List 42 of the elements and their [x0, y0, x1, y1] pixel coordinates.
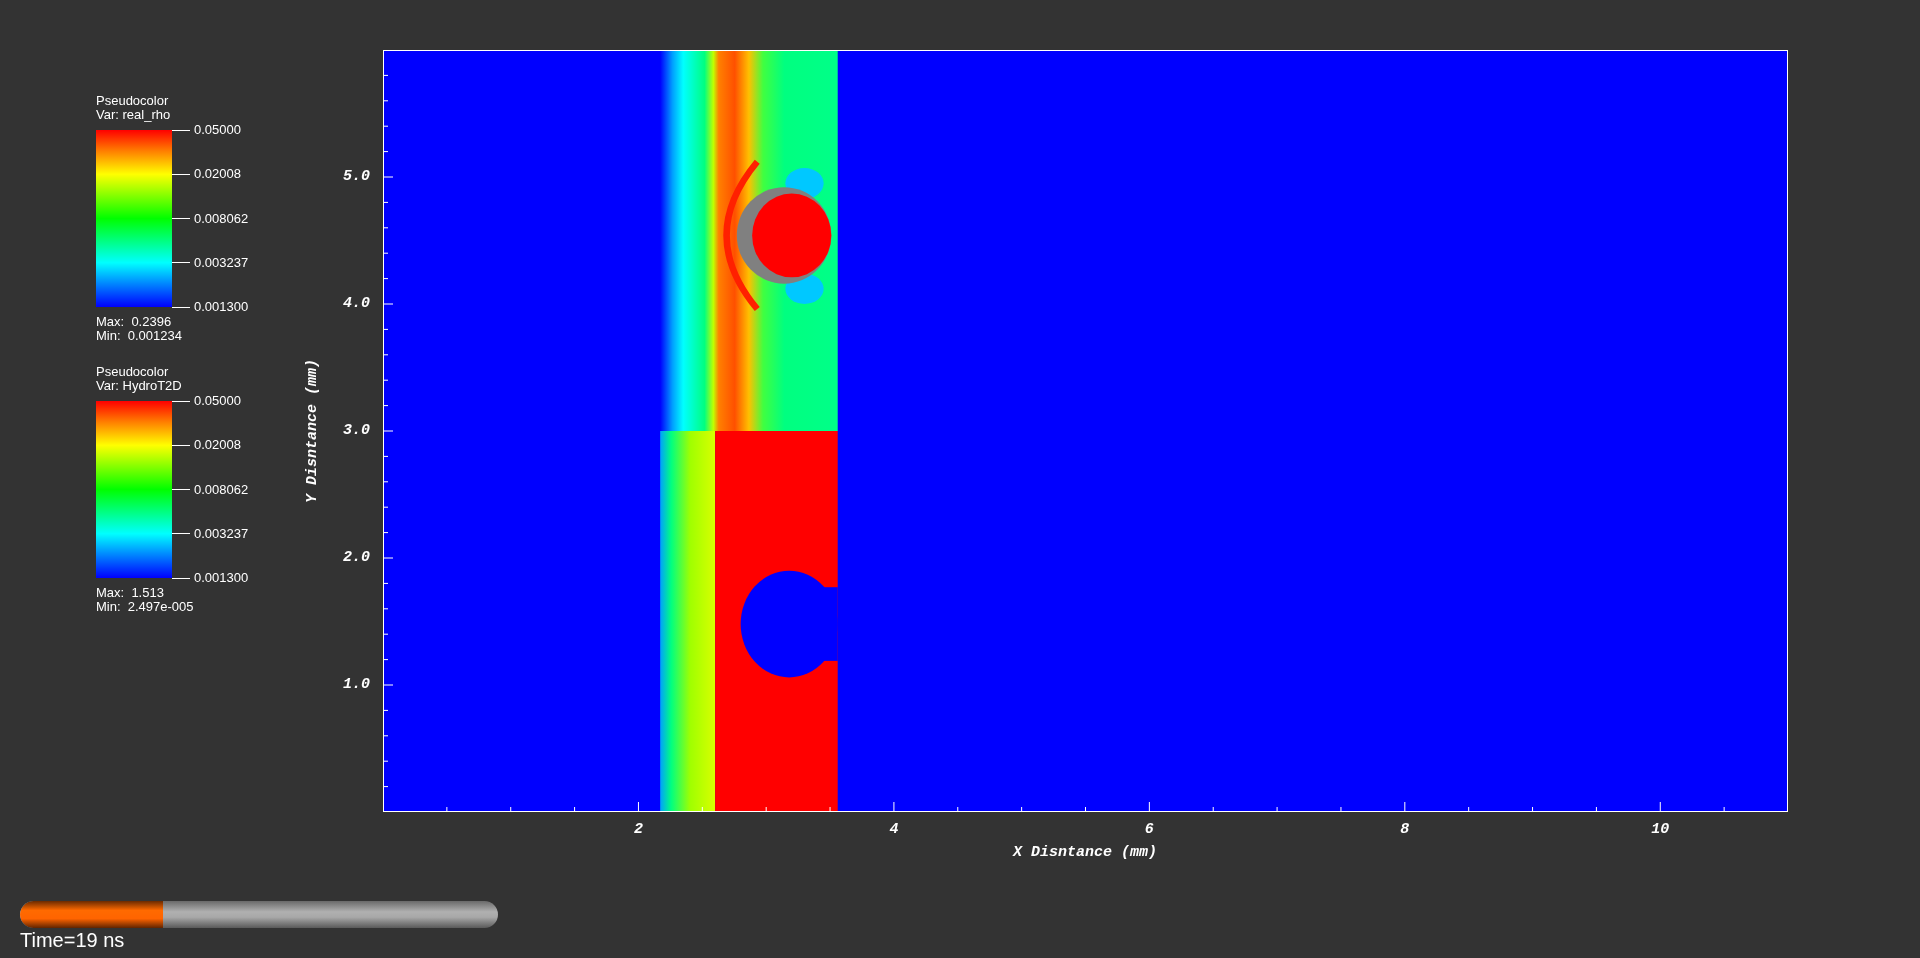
colorbar-label: 0.02008: [194, 438, 241, 453]
tick-mark: [172, 306, 190, 308]
max-value: Max: 1.513: [96, 586, 165, 600]
y-axis-label: 3.0: [343, 423, 370, 439]
min-value: Min: 0.001234: [96, 329, 183, 343]
tick-mark: [172, 262, 190, 264]
legend-title: Pseudocolor: [96, 365, 170, 379]
y-axis-label: 5.0: [343, 169, 370, 185]
max-value: Max: 0.2396: [96, 315, 173, 329]
tick-mark: [172, 533, 190, 535]
x-axis-label: 4: [889, 822, 899, 838]
colorbar-label: 0.008062: [194, 482, 249, 497]
y-axis-label: 1.0: [343, 677, 370, 693]
legend-variable: Var: HydroT2D: [96, 379, 183, 393]
time-slider[interactable]: [20, 901, 498, 928]
legend-title: Pseudocolor: [96, 94, 170, 108]
x-axis-label: 10: [1651, 822, 1670, 838]
x-axis-label: 8: [1400, 822, 1410, 838]
x-axis-label: 6: [1144, 822, 1154, 838]
colorbar-label: 0.02008: [194, 167, 241, 182]
x-axis-title: X Disntance (mm): [1013, 845, 1157, 861]
colorbar-label: 0.05000: [194, 394, 241, 408]
tick-mark: [172, 173, 190, 175]
min-value: Min: 2.497e-005: [96, 600, 195, 614]
colorbar-label: 0.05000: [194, 123, 241, 137]
y-axis-label: 2.0: [343, 550, 370, 566]
colorbar-label: 0.001300: [194, 300, 249, 314]
y-axis-label: 4.0: [343, 296, 370, 312]
tick-mark: [172, 577, 190, 579]
colorbar-label: 0.001300: [194, 571, 249, 585]
tick-mark: [172, 129, 190, 131]
y-axis-title: Y Disntance (mm): [305, 359, 321, 503]
colorbar-label: 0.008062: [194, 211, 249, 226]
x-axis-label: 2: [633, 822, 643, 838]
colorbar-label: 0.003237: [194, 255, 249, 270]
tick-mark: [172, 489, 190, 490]
colorbar-label: 0.003237: [194, 526, 249, 541]
tick-mark: [172, 218, 190, 219]
time-label: Time=19 ns: [20, 928, 125, 952]
tick-mark: [172, 400, 190, 402]
legend-variable: Var: real_rho: [96, 108, 172, 122]
tick-mark: [172, 444, 190, 446]
